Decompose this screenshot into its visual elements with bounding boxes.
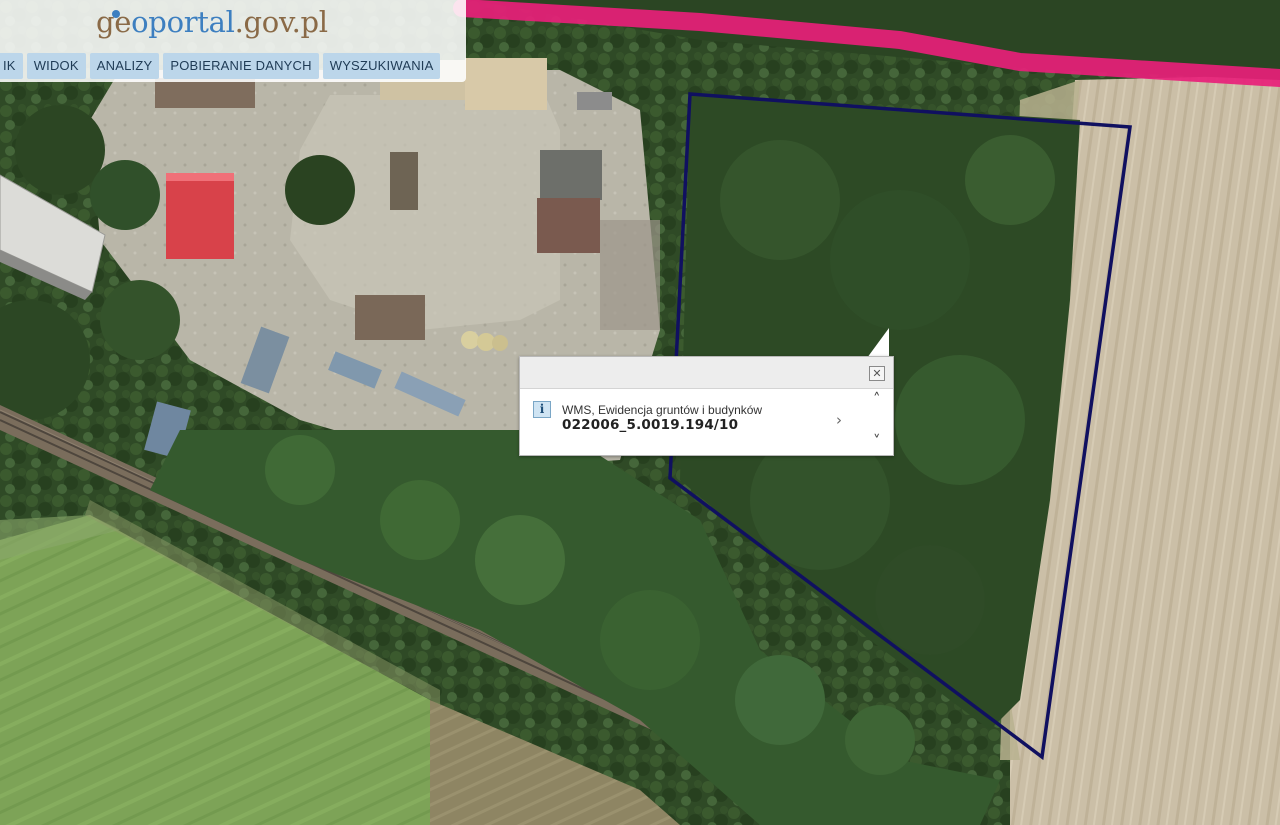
- menu-item-wyszukiwania[interactable]: WYSZUKIWANIA: [322, 53, 441, 79]
- menu-item-widok[interactable]: WIDOK: [26, 53, 86, 79]
- popup-pointer: [867, 328, 889, 358]
- logo-dot-icon: [112, 10, 120, 18]
- menu-item-narzedzia[interactable]: IK: [0, 53, 23, 79]
- geoportal-logo[interactable]: geoportal.gov.pl: [96, 4, 328, 40]
- chevron-right-icon[interactable]: ›: [836, 411, 842, 429]
- identify-popup: ✕ i WMS, Ewidencja gruntów i budynków 02…: [519, 356, 894, 456]
- close-icon[interactable]: ✕: [869, 366, 885, 381]
- info-icon: i: [533, 401, 551, 418]
- layer-name: WMS, Ewidencja gruntów i budynków: [562, 403, 763, 417]
- chevron-down-icon[interactable]: ˅: [873, 432, 881, 450]
- menu-item-analizy[interactable]: ANALIZY: [89, 53, 160, 79]
- main-menu: IK WIDOK ANALIZY POBIERANIE DANYCH WYSZU…: [0, 53, 441, 79]
- header-panel: geoportal.gov.pl IK WIDOK ANALIZY POBIER…: [0, 0, 466, 82]
- parcel-id: 022006_5.0019.194/10: [562, 417, 739, 433]
- popup-title-bar: ✕: [520, 357, 893, 389]
- chevron-up-icon[interactable]: ˄: [873, 390, 881, 408]
- menu-item-pobieranie-danych[interactable]: POBIERANIE DANYCH: [163, 53, 319, 79]
